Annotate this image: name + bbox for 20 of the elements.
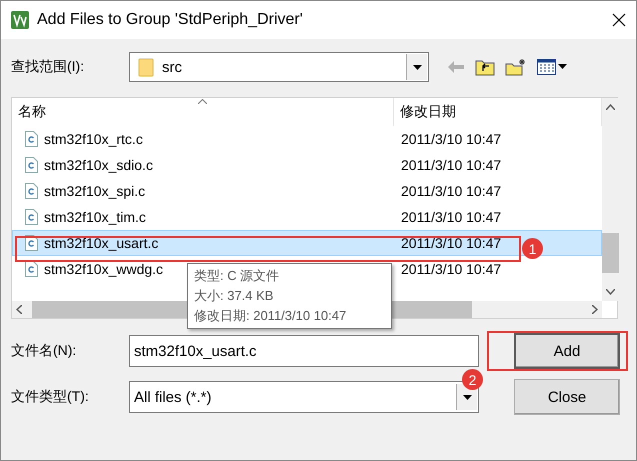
file-name: stm32f10x_tim.c xyxy=(44,209,146,225)
modified-date: 2011/3/10 10:47 xyxy=(400,235,502,251)
modified-date: 2011/3/10 10:47 xyxy=(400,183,502,199)
modified-date: 2011/3/10 10:47 xyxy=(400,157,502,173)
step-number: 2 xyxy=(462,369,483,390)
file-name: stm32f10x_rtc.c xyxy=(44,131,143,147)
modified-date: 2011/3/10 10:47 xyxy=(400,209,502,225)
modified-date: 2011/3/10 10:47 xyxy=(400,261,502,277)
tooltip-text: 大小: 37.4 KB xyxy=(194,287,274,305)
modified-date: 2011/3/10 10:47 xyxy=(400,131,502,147)
look-in-label: 查找范围(I): xyxy=(11,58,86,76)
tooltip-text: 修改日期: 2011/3/10 10:47 xyxy=(194,307,348,325)
window-title: Add Files to Group 'StdPeriph_Driver' xyxy=(37,11,304,29)
file-name: stm32f10x_usart.c xyxy=(44,235,158,251)
file-name: stm32f10x_sdio.c xyxy=(44,157,153,173)
file-type-label: 文件类型(T): xyxy=(11,388,90,406)
tooltip-text: 类型: C 源文件 xyxy=(194,267,280,285)
file-name-label: 文件名(N): xyxy=(11,342,78,360)
file-name: stm32f10x_wwdg.c xyxy=(44,261,164,277)
file-name: stm32f10x_spi.c xyxy=(44,183,146,199)
